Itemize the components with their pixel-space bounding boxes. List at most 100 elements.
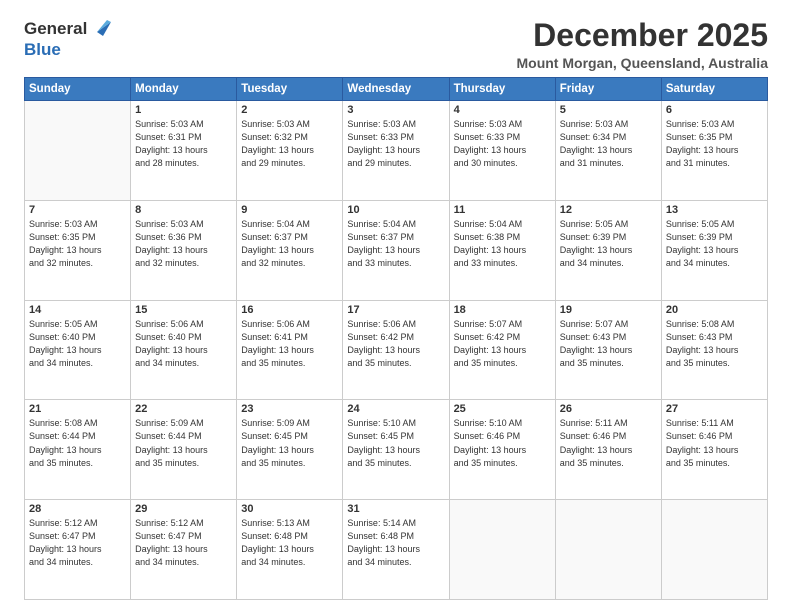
- month-title: December 2025: [516, 18, 768, 53]
- logo-general-text: General: [24, 19, 87, 39]
- calendar-cell: 22Sunrise: 5:09 AM Sunset: 6:44 PM Dayli…: [131, 400, 237, 500]
- weekday-header-friday: Friday: [555, 78, 661, 101]
- calendar-cell: [661, 500, 767, 600]
- day-number: 3: [347, 104, 444, 116]
- calendar-week-row: 14 Sunrise: 5:05 AM Sunset: 6:40 PM Dayli…: [25, 300, 768, 400]
- weekday-header-monday: Monday: [131, 78, 237, 101]
- calendar-cell: 8 Sunrise: 5:03 AM Sunset: 6:36 PM Daylig…: [131, 200, 237, 300]
- calendar-cell: 11Sunrise: 5:04 AM Sunset: 6:38 PM Dayli…: [449, 200, 555, 300]
- day-number: 31: [347, 503, 444, 515]
- calendar-cell: 9 Sunrise: 5:04 AM Sunset: 6:37 PM Daylig…: [237, 200, 343, 300]
- calendar-cell: 6 Sunrise: 5:03 AM Sunset: 6:35 PM Daylig…: [661, 101, 767, 201]
- calendar-cell: [25, 101, 131, 201]
- day-info: Sunrise: 5:06 AM Sunset: 6:42 PM Dayligh…: [347, 318, 444, 370]
- day-info: Sunrise: 5:03 AM Sunset: 6:33 PM Dayligh…: [347, 118, 444, 170]
- calendar-cell: 17 Sunrise: 5:06 AM Sunset: 6:42 PM Dayli…: [343, 300, 449, 400]
- day-number: 27: [666, 403, 763, 415]
- calendar-cell: 1 Sunrise: 5:03 AM Sunset: 6:31 PM Daylig…: [131, 101, 237, 201]
- calendar-cell: 29 Sunrise: 5:12 AM Sunset: 6:47 PM Dayli…: [131, 500, 237, 600]
- day-number: 4: [454, 104, 551, 116]
- day-number: 26: [560, 403, 657, 415]
- day-info: Sunrise: 5:07 AM Sunset: 6:42 PM Dayligh…: [454, 318, 551, 370]
- day-number: 30: [241, 503, 338, 515]
- calendar-cell: 19 Sunrise: 5:07 AM Sunset: 6:43 PM Dayli…: [555, 300, 661, 400]
- day-number: 19: [560, 304, 657, 316]
- day-info: Sunrise: 5:03 AM Sunset: 6:33 PM Dayligh…: [454, 118, 551, 170]
- calendar-cell: 31 Sunrise: 5:14 AM Sunset: 6:48 PM Dayli…: [343, 500, 449, 600]
- day-number: 8: [135, 204, 232, 216]
- calendar-cell: 13Sunrise: 5:05 AM Sunset: 6:39 PM Dayli…: [661, 200, 767, 300]
- calendar-cell: 5 Sunrise: 5:03 AM Sunset: 6:34 PM Daylig…: [555, 101, 661, 201]
- day-info: Sunrise: 5:09 AM Sunset: 6:45 PM Dayligh…: [241, 417, 338, 469]
- day-info: Sunrise: 5:03 AM Sunset: 6:35 PM Dayligh…: [666, 118, 763, 170]
- day-number: 16: [241, 304, 338, 316]
- page: General Blue December 2025 Mount Morgan,…: [0, 0, 792, 612]
- calendar-table: SundayMondayTuesdayWednesdayThursdayFrid…: [24, 77, 768, 600]
- day-number: 9: [241, 204, 338, 216]
- calendar-cell: 27 Sunrise: 5:11 AM Sunset: 6:46 PM Dayli…: [661, 400, 767, 500]
- day-info: Sunrise: 5:03 AM Sunset: 6:34 PM Dayligh…: [560, 118, 657, 170]
- weekday-header-tuesday: Tuesday: [237, 78, 343, 101]
- day-info: Sunrise: 5:10 AM Sunset: 6:45 PM Dayligh…: [347, 417, 444, 469]
- calendar-cell: 20Sunrise: 5:08 AM Sunset: 6:43 PM Dayli…: [661, 300, 767, 400]
- day-info: Sunrise: 5:06 AM Sunset: 6:40 PM Dayligh…: [135, 318, 232, 370]
- calendar-cell: 23 Sunrise: 5:09 AM Sunset: 6:45 PM Dayli…: [237, 400, 343, 500]
- calendar-week-row: 28 Sunrise: 5:12 AM Sunset: 6:47 PM Dayli…: [25, 500, 768, 600]
- day-info: Sunrise: 5:03 AM Sunset: 6:31 PM Dayligh…: [135, 118, 232, 170]
- day-number: 21: [29, 403, 126, 415]
- day-number: 1: [135, 104, 232, 116]
- calendar-cell: 15 Sunrise: 5:06 AM Sunset: 6:40 PM Dayli…: [131, 300, 237, 400]
- day-number: 29: [135, 503, 232, 515]
- calendar-cell: 12Sunrise: 5:05 AM Sunset: 6:39 PM Dayli…: [555, 200, 661, 300]
- calendar-cell: 30 Sunrise: 5:13 AM Sunset: 6:48 PM Dayli…: [237, 500, 343, 600]
- day-number: 28: [29, 503, 126, 515]
- day-number: 22: [135, 403, 232, 415]
- day-number: 10: [347, 204, 444, 216]
- day-info: Sunrise: 5:04 AM Sunset: 6:37 PM Dayligh…: [347, 218, 444, 270]
- day-number: 12: [560, 204, 657, 216]
- day-number: 7: [29, 204, 126, 216]
- day-number: 15: [135, 304, 232, 316]
- header: General Blue December 2025 Mount Morgan,…: [24, 18, 768, 71]
- calendar-cell: 26 Sunrise: 5:11 AM Sunset: 6:46 PM Dayli…: [555, 400, 661, 500]
- day-info: Sunrise: 5:06 AM Sunset: 6:41 PM Dayligh…: [241, 318, 338, 370]
- weekday-header-thursday: Thursday: [449, 78, 555, 101]
- day-info: Sunrise: 5:11 AM Sunset: 6:46 PM Dayligh…: [560, 417, 657, 469]
- calendar-cell: 28Sunrise: 5:12 AM Sunset: 6:47 PM Dayli…: [25, 500, 131, 600]
- calendar-cell: 25Sunrise: 5:10 AM Sunset: 6:46 PM Dayli…: [449, 400, 555, 500]
- day-info: Sunrise: 5:11 AM Sunset: 6:46 PM Dayligh…: [666, 417, 763, 469]
- day-number: 2: [241, 104, 338, 116]
- day-info: Sunrise: 5:13 AM Sunset: 6:48 PM Dayligh…: [241, 517, 338, 569]
- calendar-cell: 21 Sunrise: 5:08 AM Sunset: 6:44 PM Dayli…: [25, 400, 131, 500]
- day-info: Sunrise: 5:04 AM Sunset: 6:38 PM Dayligh…: [454, 218, 551, 270]
- calendar-cell: 4 Sunrise: 5:03 AM Sunset: 6:33 PM Daylig…: [449, 101, 555, 201]
- calendar-week-row: 21 Sunrise: 5:08 AM Sunset: 6:44 PM Dayli…: [25, 400, 768, 500]
- day-number: 5: [560, 104, 657, 116]
- calendar-cell: 10 Sunrise: 5:04 AM Sunset: 6:37 PM Dayli…: [343, 200, 449, 300]
- calendar-cell: 24 Sunrise: 5:10 AM Sunset: 6:45 PM Dayli…: [343, 400, 449, 500]
- day-info: Sunrise: 5:14 AM Sunset: 6:48 PM Dayligh…: [347, 517, 444, 569]
- logo-blue-text: Blue: [24, 40, 61, 60]
- day-info: Sunrise: 5:04 AM Sunset: 6:37 PM Dayligh…: [241, 218, 338, 270]
- weekday-header-sunday: Sunday: [25, 78, 131, 101]
- day-number: 14: [29, 304, 126, 316]
- day-number: 24: [347, 403, 444, 415]
- calendar-cell: 2Sunrise: 5:03 AM Sunset: 6:32 PM Daylig…: [237, 101, 343, 201]
- location-title: Mount Morgan, Queensland, Australia: [516, 55, 768, 71]
- day-info: Sunrise: 5:08 AM Sunset: 6:44 PM Dayligh…: [29, 417, 126, 469]
- day-info: Sunrise: 5:07 AM Sunset: 6:43 PM Dayligh…: [560, 318, 657, 370]
- day-info: Sunrise: 5:05 AM Sunset: 6:40 PM Dayligh…: [29, 318, 126, 370]
- day-info: Sunrise: 5:03 AM Sunset: 6:36 PM Dayligh…: [135, 218, 232, 270]
- day-number: 17: [347, 304, 444, 316]
- weekday-header-row: SundayMondayTuesdayWednesdayThursdayFrid…: [25, 78, 768, 101]
- calendar-cell: 7Sunrise: 5:03 AM Sunset: 6:35 PM Daylig…: [25, 200, 131, 300]
- day-number: 20: [666, 304, 763, 316]
- calendar-cell: [449, 500, 555, 600]
- calendar-cell: 3 Sunrise: 5:03 AM Sunset: 6:33 PM Daylig…: [343, 101, 449, 201]
- calendar-cell: 14 Sunrise: 5:05 AM Sunset: 6:40 PM Dayli…: [25, 300, 131, 400]
- day-number: 6: [666, 104, 763, 116]
- day-info: Sunrise: 5:12 AM Sunset: 6:47 PM Dayligh…: [135, 517, 232, 569]
- day-number: 23: [241, 403, 338, 415]
- calendar-cell: [555, 500, 661, 600]
- logo: General Blue: [24, 18, 111, 60]
